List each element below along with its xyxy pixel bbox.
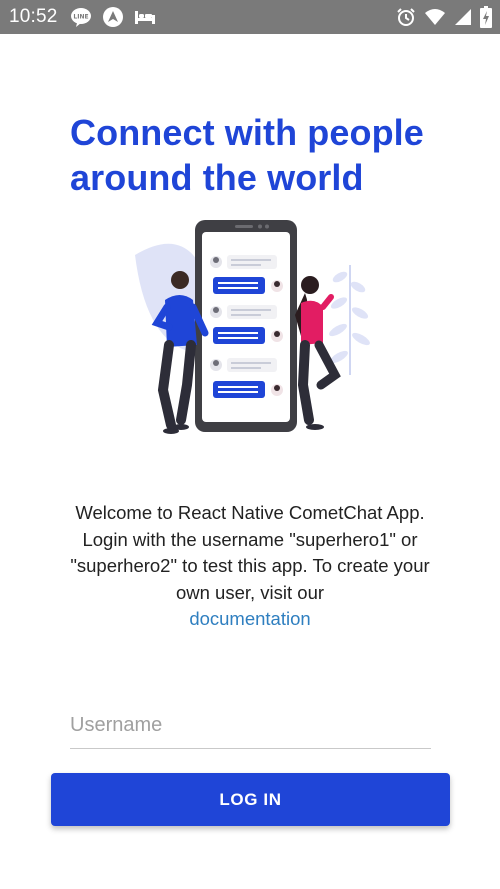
- svg-text:LINE: LINE: [73, 14, 88, 21]
- username-input[interactable]: [70, 706, 431, 744]
- alarm-icon: [396, 7, 416, 27]
- documentation-link[interactable]: documentation: [60, 606, 440, 633]
- status-left-icons: LINE: [70, 6, 156, 28]
- wifi-icon: [424, 8, 446, 26]
- username-field: [70, 706, 431, 749]
- welcome-message: Welcome to React Native CometChat App. L…: [60, 500, 440, 633]
- signal-icon: [454, 8, 472, 26]
- arrow-nav-icon: [102, 6, 124, 28]
- page-title: Connect with people around the world: [70, 110, 450, 200]
- title-line-1: Connect with people: [70, 112, 424, 153]
- status-right-icons: [396, 0, 492, 34]
- battery-icon: [480, 6, 492, 28]
- status-bar: 10:52 LINE: [0, 0, 500, 34]
- welcome-text: Welcome to React Native CometChat App. L…: [70, 502, 430, 603]
- login-button[interactable]: LOG IN: [51, 773, 450, 826]
- bed-icon: [134, 9, 156, 25]
- title-line-2: around the world: [70, 157, 364, 198]
- status-time: 10:52: [9, 6, 58, 27]
- line-icon: LINE: [70, 7, 92, 27]
- hero-illustration: [125, 215, 375, 440]
